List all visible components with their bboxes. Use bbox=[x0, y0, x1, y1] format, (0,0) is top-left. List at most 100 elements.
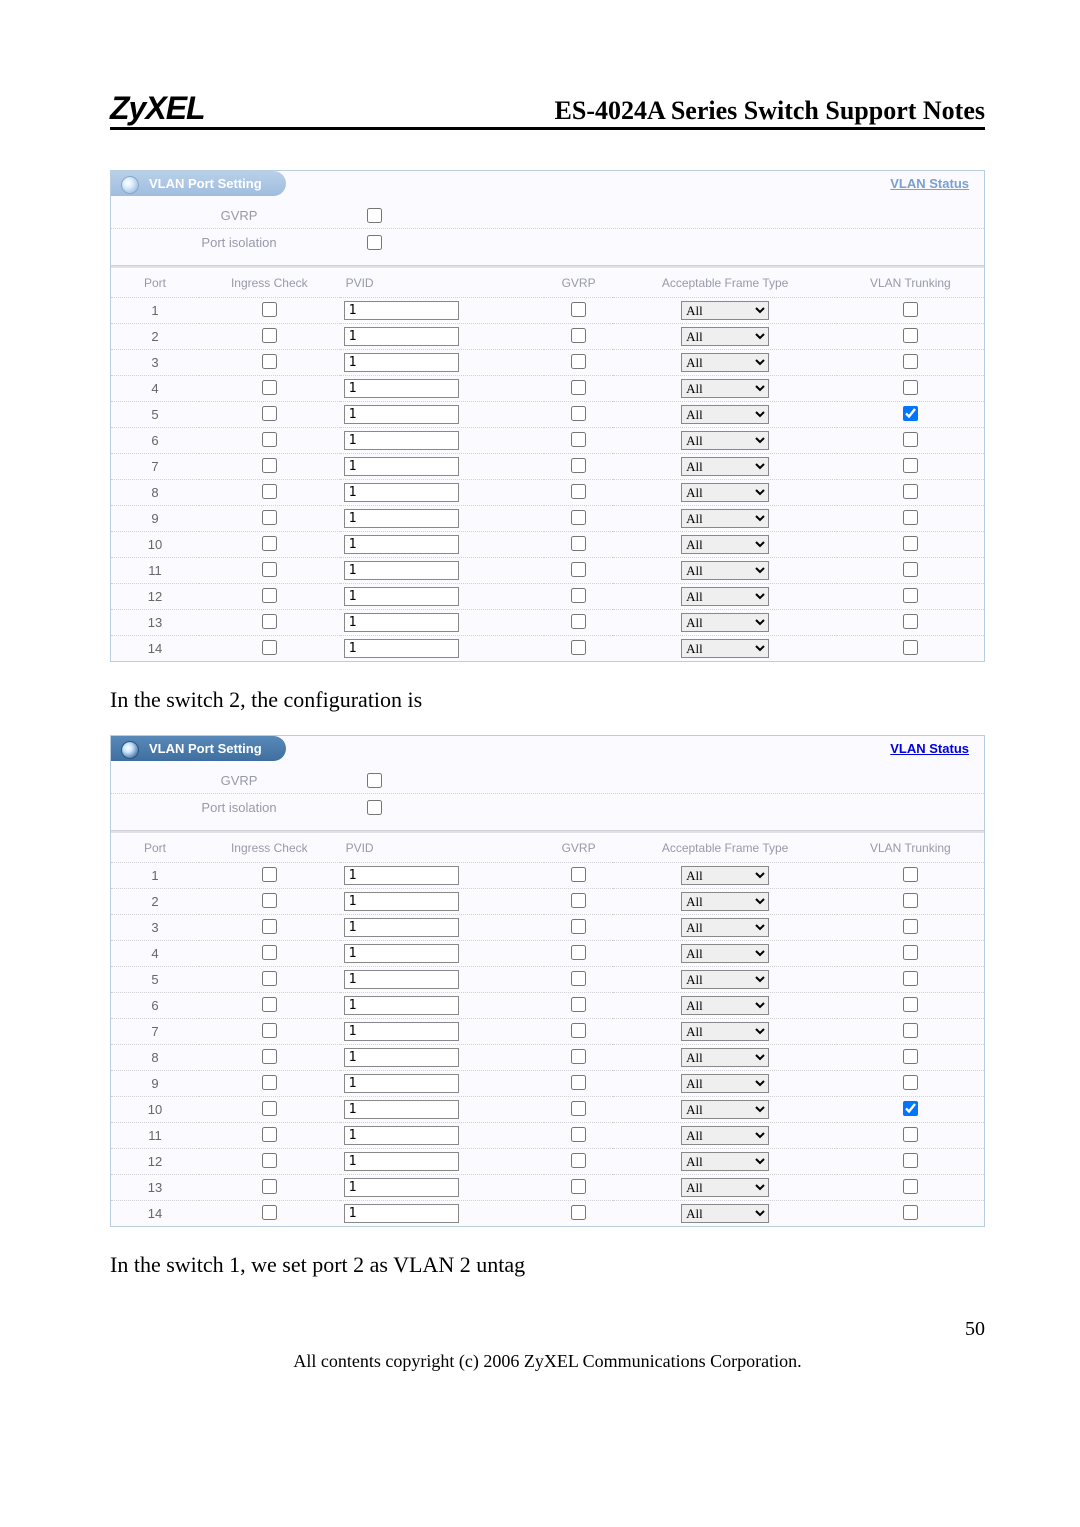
ingress-checkbox[interactable] bbox=[262, 971, 277, 986]
vlan-status-link[interactable]: VLAN Status bbox=[890, 176, 969, 191]
frame-type-select[interactable]: All bbox=[681, 405, 769, 424]
trunking-checkbox[interactable] bbox=[903, 997, 918, 1012]
frame-type-select[interactable]: All bbox=[681, 1152, 769, 1171]
gvrp-checkbox[interactable] bbox=[571, 1179, 586, 1194]
gvrp-checkbox[interactable] bbox=[571, 302, 586, 317]
port-isolation-checkbox[interactable] bbox=[367, 800, 382, 815]
gvrp-checkbox[interactable] bbox=[571, 1023, 586, 1038]
frame-type-select[interactable]: All bbox=[681, 379, 769, 398]
pvid-input[interactable] bbox=[344, 561, 459, 580]
ingress-checkbox[interactable] bbox=[262, 1101, 277, 1116]
trunking-checkbox[interactable] bbox=[903, 510, 918, 525]
gvrp-checkbox[interactable] bbox=[571, 536, 586, 551]
pvid-input[interactable] bbox=[344, 353, 459, 372]
pvid-input[interactable] bbox=[344, 996, 459, 1015]
frame-type-select[interactable]: All bbox=[681, 1048, 769, 1067]
pvid-input[interactable] bbox=[344, 379, 459, 398]
pvid-input[interactable] bbox=[344, 866, 459, 885]
pvid-input[interactable] bbox=[344, 892, 459, 911]
pvid-input[interactable] bbox=[344, 1022, 459, 1041]
gvrp-checkbox[interactable] bbox=[571, 432, 586, 447]
frame-type-select[interactable]: All bbox=[681, 970, 769, 989]
gvrp-checkbox[interactable] bbox=[367, 773, 382, 788]
trunking-checkbox[interactable] bbox=[903, 1153, 918, 1168]
pvid-input[interactable] bbox=[344, 535, 459, 554]
pvid-input[interactable] bbox=[344, 1048, 459, 1067]
ingress-checkbox[interactable] bbox=[262, 1205, 277, 1220]
ingress-checkbox[interactable] bbox=[262, 406, 277, 421]
ingress-checkbox[interactable] bbox=[262, 302, 277, 317]
trunking-checkbox[interactable] bbox=[903, 380, 918, 395]
frame-type-select[interactable]: All bbox=[681, 535, 769, 554]
pvid-input[interactable] bbox=[344, 1100, 459, 1119]
trunking-checkbox[interactable] bbox=[903, 614, 918, 629]
trunking-checkbox[interactable] bbox=[903, 945, 918, 960]
gvrp-checkbox[interactable] bbox=[571, 1075, 586, 1090]
ingress-checkbox[interactable] bbox=[262, 536, 277, 551]
trunking-checkbox[interactable] bbox=[903, 971, 918, 986]
frame-type-select[interactable]: All bbox=[681, 639, 769, 658]
ingress-checkbox[interactable] bbox=[262, 588, 277, 603]
frame-type-select[interactable]: All bbox=[681, 509, 769, 528]
ingress-checkbox[interactable] bbox=[262, 919, 277, 934]
pvid-input[interactable] bbox=[344, 1152, 459, 1171]
trunking-checkbox[interactable] bbox=[903, 328, 918, 343]
gvrp-checkbox[interactable] bbox=[571, 1153, 586, 1168]
ingress-checkbox[interactable] bbox=[262, 484, 277, 499]
gvrp-checkbox[interactable] bbox=[571, 919, 586, 934]
frame-type-select[interactable]: All bbox=[681, 1126, 769, 1145]
frame-type-select[interactable]: All bbox=[681, 483, 769, 502]
trunking-checkbox[interactable] bbox=[903, 406, 918, 421]
frame-type-select[interactable]: All bbox=[681, 1074, 769, 1093]
trunking-checkbox[interactable] bbox=[903, 458, 918, 473]
frame-type-select[interactable]: All bbox=[681, 1022, 769, 1041]
gvrp-checkbox[interactable] bbox=[571, 328, 586, 343]
port-isolation-checkbox[interactable] bbox=[367, 235, 382, 250]
ingress-checkbox[interactable] bbox=[262, 614, 277, 629]
pvid-input[interactable] bbox=[344, 301, 459, 320]
trunking-checkbox[interactable] bbox=[903, 1205, 918, 1220]
gvrp-checkbox[interactable] bbox=[571, 1049, 586, 1064]
trunking-checkbox[interactable] bbox=[903, 1179, 918, 1194]
ingress-checkbox[interactable] bbox=[262, 1023, 277, 1038]
trunking-checkbox[interactable] bbox=[903, 562, 918, 577]
frame-type-select[interactable]: All bbox=[681, 613, 769, 632]
frame-type-select[interactable]: All bbox=[681, 1100, 769, 1119]
gvrp-checkbox[interactable] bbox=[571, 614, 586, 629]
ingress-checkbox[interactable] bbox=[262, 432, 277, 447]
pvid-input[interactable] bbox=[344, 1178, 459, 1197]
frame-type-select[interactable]: All bbox=[681, 301, 769, 320]
pvid-input[interactable] bbox=[344, 1074, 459, 1093]
vlan-status-link[interactable]: VLAN Status bbox=[890, 741, 969, 756]
gvrp-checkbox[interactable] bbox=[571, 945, 586, 960]
ingress-checkbox[interactable] bbox=[262, 1075, 277, 1090]
ingress-checkbox[interactable] bbox=[262, 354, 277, 369]
pvid-input[interactable] bbox=[344, 1204, 459, 1223]
frame-type-select[interactable]: All bbox=[681, 1204, 769, 1223]
trunking-checkbox[interactable] bbox=[903, 893, 918, 908]
gvrp-checkbox[interactable] bbox=[367, 208, 382, 223]
frame-type-select[interactable]: All bbox=[681, 996, 769, 1015]
gvrp-checkbox[interactable] bbox=[571, 380, 586, 395]
pvid-input[interactable] bbox=[344, 587, 459, 606]
ingress-checkbox[interactable] bbox=[262, 328, 277, 343]
pvid-input[interactable] bbox=[344, 944, 459, 963]
frame-type-select[interactable]: All bbox=[681, 918, 769, 937]
pvid-input[interactable] bbox=[344, 613, 459, 632]
ingress-checkbox[interactable] bbox=[262, 1049, 277, 1064]
trunking-checkbox[interactable] bbox=[903, 1127, 918, 1142]
gvrp-checkbox[interactable] bbox=[571, 510, 586, 525]
trunking-checkbox[interactable] bbox=[903, 867, 918, 882]
pvid-input[interactable] bbox=[344, 639, 459, 658]
gvrp-checkbox[interactable] bbox=[571, 458, 586, 473]
ingress-checkbox[interactable] bbox=[262, 1153, 277, 1168]
trunking-checkbox[interactable] bbox=[903, 432, 918, 447]
frame-type-select[interactable]: All bbox=[681, 587, 769, 606]
gvrp-checkbox[interactable] bbox=[571, 354, 586, 369]
gvrp-checkbox[interactable] bbox=[571, 1127, 586, 1142]
gvrp-checkbox[interactable] bbox=[571, 588, 586, 603]
ingress-checkbox[interactable] bbox=[262, 458, 277, 473]
trunking-checkbox[interactable] bbox=[903, 588, 918, 603]
frame-type-select[interactable]: All bbox=[681, 892, 769, 911]
ingress-checkbox[interactable] bbox=[262, 945, 277, 960]
